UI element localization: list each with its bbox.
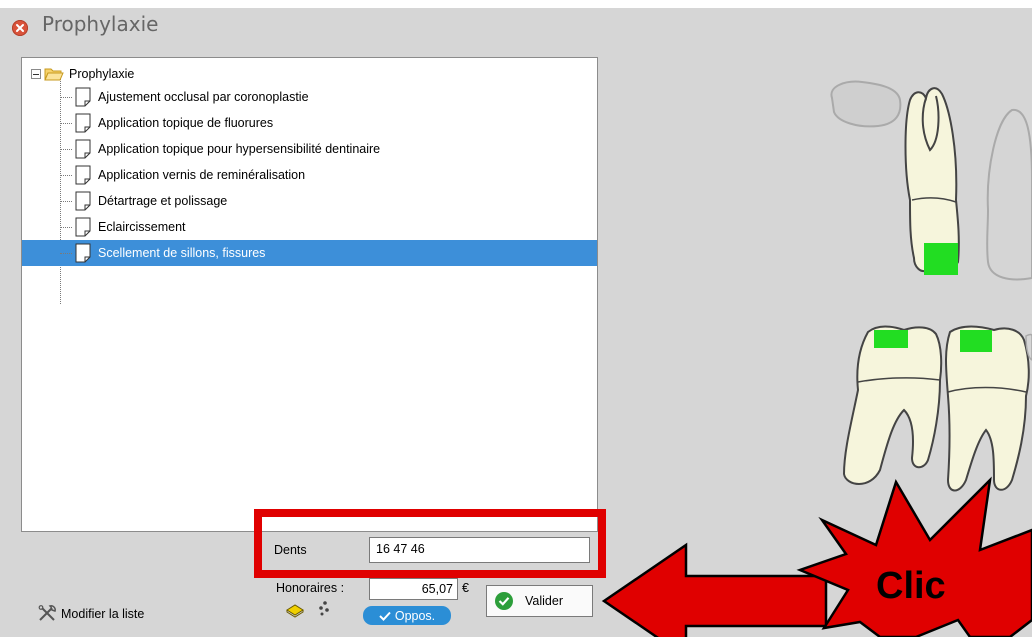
arrow-left-icon bbox=[601, 542, 828, 637]
clic-annotation: Clic bbox=[876, 565, 946, 607]
annotation-overlay bbox=[601, 476, 1032, 637]
procedure-window: Prophylaxie Prophylaxie Ajustement occlu… bbox=[0, 0, 1032, 637]
starburst-icon bbox=[796, 476, 1032, 637]
